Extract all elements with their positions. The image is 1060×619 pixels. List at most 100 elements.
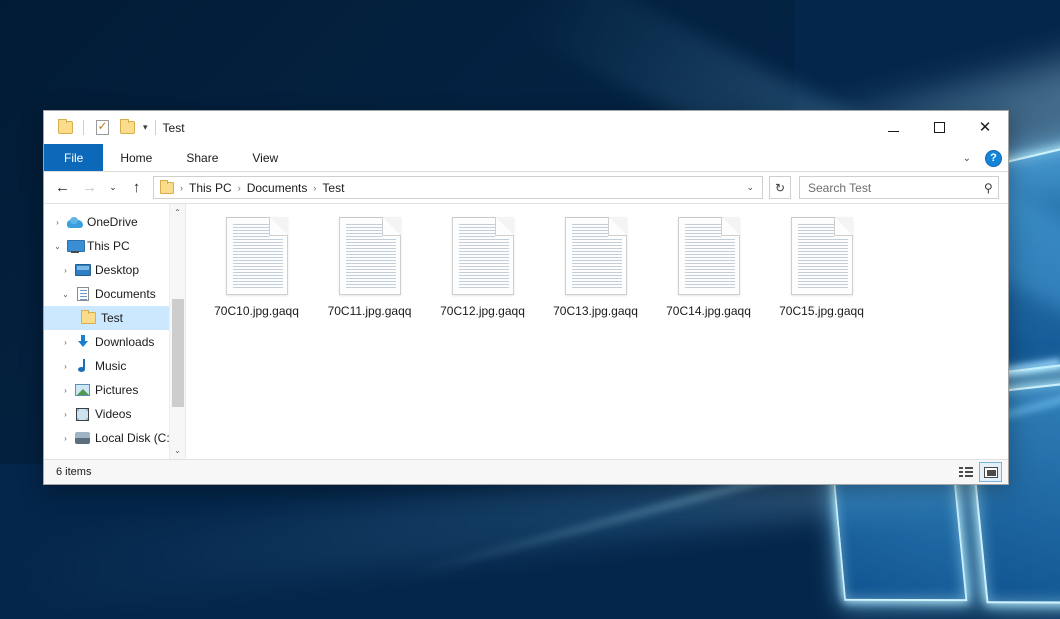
desktop: ▾ Test ✕ File Home Share View <box>0 0 1060 619</box>
details-view-button[interactable] <box>954 462 977 482</box>
sidebar-item-local-disk[interactable]: › Local Disk (C:) <box>44 426 185 450</box>
file-name: 70C10.jpg.gaqq <box>214 304 299 318</box>
file-name: 70C15.jpg.gaqq <box>779 304 864 318</box>
large-icons-view-icon <box>984 467 998 478</box>
scroll-down-icon[interactable]: ⌄ <box>170 442 186 459</box>
pictures-icon <box>73 384 92 396</box>
divider <box>83 120 84 135</box>
chevron-down-icon[interactable]: ⌄ <box>58 290 73 299</box>
recent-locations-button[interactable]: ⌄ <box>104 175 122 200</box>
music-icon <box>73 359 92 373</box>
list-item[interactable]: 70C15.jpg.gaqq <box>765 214 878 318</box>
chevron-down-icon[interactable]: ▾ <box>141 123 150 132</box>
file-explorer-window: ▾ Test ✕ File Home Share View <box>43 110 1009 485</box>
sidebar-item-downloads[interactable]: › Downloads <box>44 330 185 354</box>
status-bar: 6 items <box>44 459 1008 484</box>
documents-icon <box>73 287 92 301</box>
file-name: 70C14.jpg.gaqq <box>666 304 751 318</box>
chevron-right-icon[interactable]: › <box>58 410 73 419</box>
chevron-right-icon[interactable]: › <box>58 338 73 347</box>
sidebar-item-label: Local Disk (C:) <box>95 431 174 445</box>
properties-icon[interactable] <box>91 117 113 139</box>
sidebar-item-test[interactable]: Test <box>44 306 185 330</box>
new-folder-icon[interactable] <box>116 117 138 139</box>
list-item[interactable]: 70C10.jpg.gaqq <box>200 214 313 318</box>
onedrive-icon <box>65 217 84 228</box>
chevron-down-icon[interactable]: ⌄ <box>957 153 977 164</box>
back-button[interactable]: ← <box>50 175 75 200</box>
divider <box>155 120 156 135</box>
maximize-button[interactable] <box>916 111 962 144</box>
videos-icon <box>73 408 92 421</box>
help-icon[interactable]: ? <box>985 150 1002 167</box>
scroll-up-icon[interactable]: ⌃ <box>170 204 186 221</box>
generic-document-icon <box>565 217 627 295</box>
sidebar-item-desktop[interactable]: › Desktop <box>44 258 185 282</box>
chevron-right-icon[interactable]: › <box>58 434 73 443</box>
generic-document-icon <box>226 217 288 295</box>
breadcrumb-item-this-pc[interactable]: This PC <box>185 180 236 196</box>
sidebar-scrollbar[interactable]: ⌃ ⌄ <box>169 204 185 459</box>
folder-icon[interactable] <box>54 117 76 139</box>
ribbon-tabs: File Home Share View ⌄ ? <box>44 144 1008 172</box>
chevron-right-icon[interactable]: › <box>58 266 73 275</box>
close-button[interactable]: ✕ <box>962 111 1008 144</box>
generic-document-icon <box>678 217 740 295</box>
sidebar-item-pictures[interactable]: › Pictures <box>44 378 185 402</box>
window-title: Test <box>163 121 185 135</box>
title-bar: ▾ Test ✕ <box>44 111 1008 144</box>
tab-share[interactable]: Share <box>169 144 235 171</box>
file-name: 70C12.jpg.gaqq <box>440 304 525 318</box>
chevron-right-icon[interactable]: › <box>58 386 73 395</box>
generic-document-icon <box>339 217 401 295</box>
sidebar-item-onedrive[interactable]: › OneDrive <box>44 210 185 234</box>
tab-file[interactable]: File <box>44 144 103 171</box>
chevron-down-icon[interactable]: ⌄ <box>740 182 760 193</box>
item-count: 6 items <box>56 466 91 478</box>
address-bar: ← → ⌄ ↑ › This PC › Documents › Test ⌄ ↻… <box>44 172 1008 203</box>
tab-home[interactable]: Home <box>103 144 169 171</box>
chevron-right-icon[interactable]: › <box>58 362 73 371</box>
scrollbar-thumb[interactable] <box>172 299 184 407</box>
file-list[interactable]: 70C10.jpg.gaqq 70C11.jpg.gaqq <box>186 204 1008 459</box>
list-item[interactable]: 70C14.jpg.gaqq <box>652 214 765 318</box>
generic-document-icon <box>452 217 514 295</box>
sidebar-item-label: Videos <box>95 407 131 421</box>
breadcrumb-separator: › <box>311 183 318 193</box>
list-item[interactable]: 70C13.jpg.gaqq <box>539 214 652 318</box>
list-item[interactable]: 70C12.jpg.gaqq <box>426 214 539 318</box>
file-name: 70C13.jpg.gaqq <box>553 304 638 318</box>
sidebar-item-music[interactable]: › Music <box>44 354 185 378</box>
search-icon: ⚲ <box>984 181 993 195</box>
ribbon-actions: ⌄ ? <box>957 144 1002 172</box>
chevron-down-icon[interactable]: ⌄ <box>50 242 65 251</box>
up-button[interactable]: ↑ <box>124 175 149 200</box>
tab-view[interactable]: View <box>235 144 295 171</box>
sidebar-item-label: Pictures <box>95 383 138 397</box>
breadcrumb-separator: › <box>236 183 243 193</box>
minimize-button[interactable] <box>870 111 916 144</box>
large-icons-view-button[interactable] <box>979 462 1002 482</box>
list-item[interactable]: 70C11.jpg.gaqq <box>313 214 426 318</box>
sidebar-item-videos[interactable]: › Videos <box>44 402 185 426</box>
window-body: › OneDrive ⌄ This PC › <box>44 203 1008 459</box>
breadcrumb-item-test[interactable]: Test <box>318 180 348 196</box>
breadcrumb[interactable]: › This PC › Documents › Test ⌄ <box>153 176 763 199</box>
sidebar-item-label: Downloads <box>95 335 154 349</box>
forward-button[interactable]: → <box>77 175 102 200</box>
folder-icon <box>160 182 174 194</box>
sidebar-item-documents[interactable]: ⌄ Documents <box>44 282 185 306</box>
generic-document-icon <box>791 217 853 295</box>
chevron-right-icon[interactable]: › <box>50 218 65 227</box>
folder-icon <box>79 312 98 324</box>
search-input[interactable]: Search Test <box>808 181 984 195</box>
quick-access-toolbar: ▾ <box>44 117 150 139</box>
search-box[interactable]: Search Test ⚲ <box>799 176 999 199</box>
details-view-icon <box>959 467 973 478</box>
sidebar-item-label: Test <box>101 311 123 325</box>
sidebar-item-this-pc[interactable]: ⌄ This PC <box>44 234 185 258</box>
refresh-button[interactable]: ↻ <box>769 176 791 199</box>
breadcrumb-item-documents[interactable]: Documents <box>243 180 312 196</box>
sidebar-item-label: Music <box>95 359 126 373</box>
navigation-pane: › OneDrive ⌄ This PC › <box>44 204 186 459</box>
